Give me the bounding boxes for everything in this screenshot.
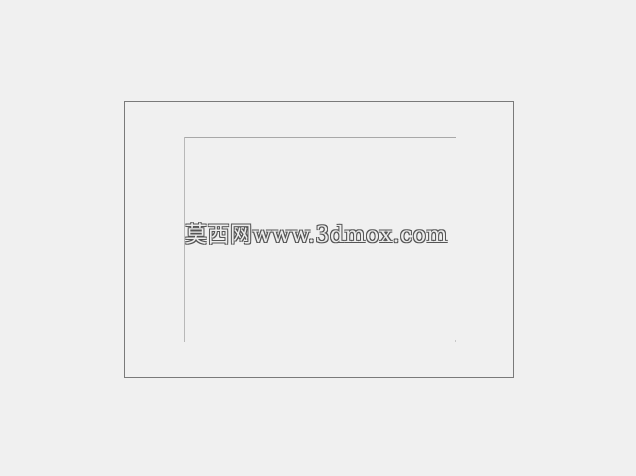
- inner-frame-corner-mark: [455, 340, 456, 342]
- watermark-text: 莫西网www.3dmox.com: [185, 223, 448, 248]
- inner-frame-top-edge: [184, 137, 456, 138]
